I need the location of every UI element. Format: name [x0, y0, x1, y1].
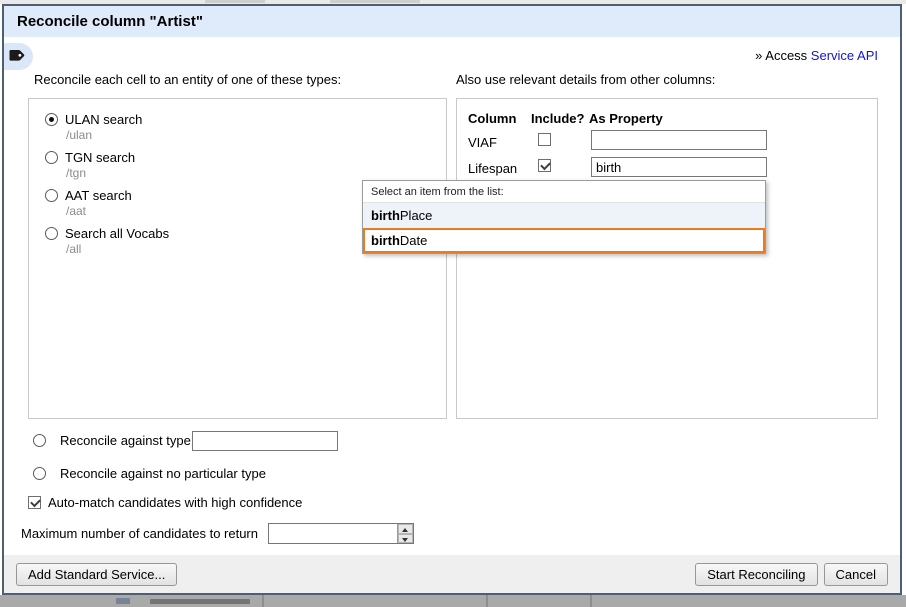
access-prefix: » Access: [755, 48, 811, 63]
radio-ulan[interactable]: [45, 113, 58, 126]
spinner-down-icon[interactable]: [398, 534, 413, 544]
suggest-item-bold: birth: [371, 233, 400, 248]
max-candidates-input[interactable]: [269, 524, 397, 543]
include-checkbox-viaf[interactable]: [538, 133, 551, 146]
vocab-id: /ulan: [66, 128, 446, 142]
background-artifact: [330, 0, 420, 3]
radio-against-type[interactable]: [33, 434, 46, 447]
dialog-titlebar: Reconcile column "Artist": [4, 6, 900, 37]
max-candidates-label: Maximum number of candidates to return: [21, 526, 258, 541]
add-standard-service-button[interactable]: Add Standard Service...: [16, 563, 177, 586]
suggest-dropdown: Select an item from the list: birthPlace…: [362, 180, 766, 254]
reconcile-against-type-option[interactable]: Reconcile against type:: [33, 433, 194, 448]
screen: Reconcile column "Artist" » Access Servi…: [0, 0, 906, 607]
background-artifact: [150, 599, 250, 604]
against-type-label: Reconcile against type:: [60, 433, 194, 448]
cancel-button[interactable]: Cancel: [824, 563, 888, 586]
vocab-option-tgn[interactable]: TGN search /tgn: [45, 150, 446, 180]
suggest-item-bold: birth: [371, 208, 400, 223]
dialog-title: Reconcile column "Artist": [17, 13, 203, 30]
spinner-buttons: [397, 524, 413, 543]
vocab-label: ULAN search: [65, 112, 142, 127]
no-particular-type-option[interactable]: Reconcile against no particular type: [33, 466, 266, 481]
no-type-label: Reconcile against no particular type: [60, 466, 266, 481]
suggest-item-birthdate[interactable]: birthDate: [363, 228, 765, 253]
details-panel: Column Include? As Property VIAF Lifespa…: [456, 98, 878, 419]
suggest-dropdown-header: Select an item from the list:: [363, 181, 765, 202]
vocab-label: AAT search: [65, 188, 132, 203]
background-divider: [262, 595, 264, 607]
radio-no-type[interactable]: [33, 467, 46, 480]
background-artifact: [205, 0, 265, 3]
vocab-label: TGN search: [65, 150, 135, 165]
dialog-body: » Access Service API Reconcile each cell…: [4, 37, 900, 555]
detail-row-column: Lifespan: [468, 161, 517, 176]
dialog-footer: Add Standard Service... Start Reconcilin…: [4, 555, 900, 593]
footer-button-group: Start Reconciling Cancel: [695, 563, 888, 586]
max-candidates-option: Maximum number of candidates to return: [21, 526, 258, 541]
type-list-panel: ULAN search /ulan TGN search /tgn: [28, 98, 447, 419]
background-divider: [590, 595, 592, 607]
vocab-id: /tgn: [66, 166, 446, 180]
against-type-input[interactable]: [192, 431, 338, 451]
radio-aat[interactable]: [45, 189, 58, 202]
tag-icon: [9, 48, 26, 66]
start-reconciling-button[interactable]: Start Reconciling: [695, 563, 817, 586]
automatch-label: Auto-match candidates with high confiden…: [48, 495, 302, 510]
service-api-link[interactable]: Service API: [811, 48, 878, 63]
reconcile-tab-pill: [4, 43, 33, 70]
reconcile-dialog: Reconcile column "Artist" » Access Servi…: [2, 4, 902, 595]
vocab-option-ulan[interactable]: ULAN search /ulan: [45, 112, 446, 142]
suggest-item-rest: Date: [400, 233, 427, 248]
access-service-api: » Access Service API: [755, 48, 878, 63]
col-header-property: As Property: [589, 111, 663, 126]
include-checkbox-lifespan[interactable]: [538, 159, 551, 172]
background-divider: [486, 595, 488, 607]
spinner-up-icon[interactable]: [398, 524, 413, 534]
automatch-checkbox[interactable]: [28, 496, 41, 509]
detail-row-column: VIAF: [468, 135, 497, 150]
property-input-lifespan[interactable]: [591, 157, 767, 177]
col-header-column: Column: [468, 111, 516, 126]
col-header-include: Include?: [531, 111, 584, 126]
radio-tgn[interactable]: [45, 151, 58, 164]
background-page-bottom: [0, 595, 906, 607]
max-candidates-spinner: [268, 523, 414, 544]
suggest-item-birthplace[interactable]: birthPlace: [363, 202, 765, 228]
automatch-option[interactable]: Auto-match candidates with high confiden…: [28, 495, 302, 510]
suggest-item-rest: Place: [400, 208, 433, 223]
property-input-viaf[interactable]: [591, 130, 767, 150]
background-artifact: [116, 598, 130, 604]
vocab-label: Search all Vocabs: [65, 226, 169, 241]
right-panel-heading: Also use relevant details from other col…: [456, 72, 715, 87]
radio-all[interactable]: [45, 227, 58, 240]
left-panel-heading: Reconcile each cell to an entity of one …: [34, 72, 341, 87]
